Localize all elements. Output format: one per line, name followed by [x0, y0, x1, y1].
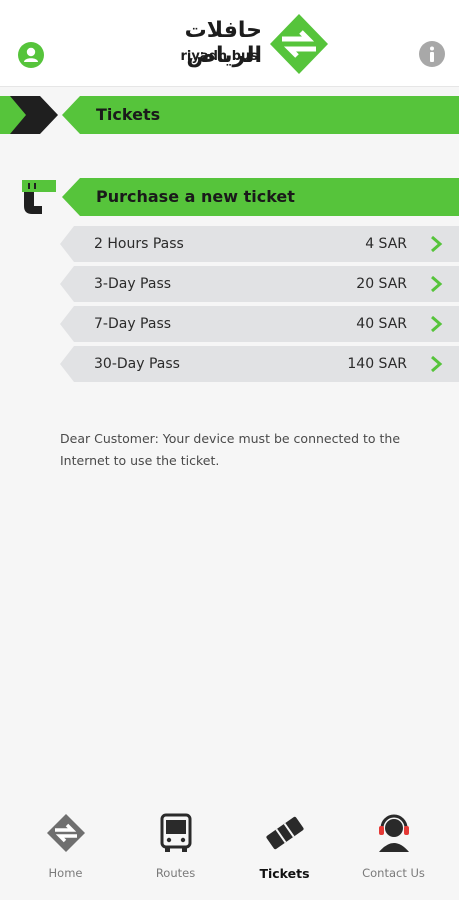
- chevron-right-icon: [431, 355, 443, 373]
- chevron-right-icon: [431, 275, 443, 293]
- chevron-right-icon: [431, 315, 443, 333]
- nav-contact-us[interactable]: Contact Us: [336, 800, 451, 900]
- purchase-header-bar: Purchase a new ticket: [0, 178, 459, 216]
- page-title: Tickets: [96, 105, 161, 124]
- nav-label: Contact Us: [362, 866, 425, 880]
- ticket-hand-icon: [22, 180, 56, 214]
- connection-notice: Dear Customer: Your device must be conne…: [60, 431, 401, 468]
- chevron-right-icon: [431, 235, 443, 253]
- ticket-row-7-day[interactable]: 7-Day Pass 40 SAR: [60, 306, 459, 342]
- section-header-bar: Tickets: [0, 96, 459, 134]
- profile-button[interactable]: [18, 42, 44, 68]
- info-icon: [430, 46, 434, 62]
- ticket-price: 4 SAR: [365, 236, 407, 252]
- ticket-row-30-day[interactable]: 30-Day Pass 140 SAR: [60, 346, 459, 382]
- nav-tickets[interactable]: Tickets: [227, 800, 342, 900]
- section-arrow-decoration: [0, 96, 459, 134]
- user-icon: [24, 47, 38, 62]
- app-header: حافلات الرياض riyadh bus: [0, 0, 459, 87]
- home-logo-icon: [47, 814, 85, 852]
- logo-english-text: riyadh bus: [180, 49, 259, 64]
- info-button[interactable]: [419, 41, 445, 67]
- bottom-navigation: Home Routes Tickets Contact Us: [0, 800, 459, 900]
- nav-label-active: Tickets: [259, 866, 310, 881]
- ticket-name: 3-Day Pass: [94, 276, 172, 292]
- purchase-title: Purchase a new ticket: [96, 187, 295, 206]
- ticket-name: 30-Day Pass: [94, 356, 180, 372]
- riyadh-bus-logo: حافلات الرياض riyadh bus: [130, 12, 330, 78]
- headset-icon: [379, 814, 409, 852]
- ticket-list: 2 Hours Pass 4 SAR 3-Day Pass 20 SAR 7-D…: [60, 226, 459, 386]
- nav-label: Home: [48, 866, 83, 880]
- ticket-row-3-day[interactable]: 3-Day Pass 20 SAR: [60, 266, 459, 302]
- nav-home[interactable]: Home: [8, 800, 123, 900]
- ticket-row-2-hours[interactable]: 2 Hours Pass 4 SAR: [60, 226, 459, 262]
- ticket-price: 20 SAR: [356, 276, 407, 292]
- tickets-icon: [266, 816, 304, 850]
- logo-mark-icon: [270, 14, 328, 74]
- bus-icon: [160, 813, 192, 852]
- nav-label: Routes: [155, 866, 196, 880]
- ticket-price: 140 SAR: [347, 356, 407, 372]
- ticket-name: 2 Hours Pass: [94, 236, 184, 252]
- ticket-name: 7-Day Pass: [94, 316, 172, 332]
- nav-routes[interactable]: Routes: [118, 800, 233, 900]
- ticket-price: 40 SAR: [356, 316, 407, 332]
